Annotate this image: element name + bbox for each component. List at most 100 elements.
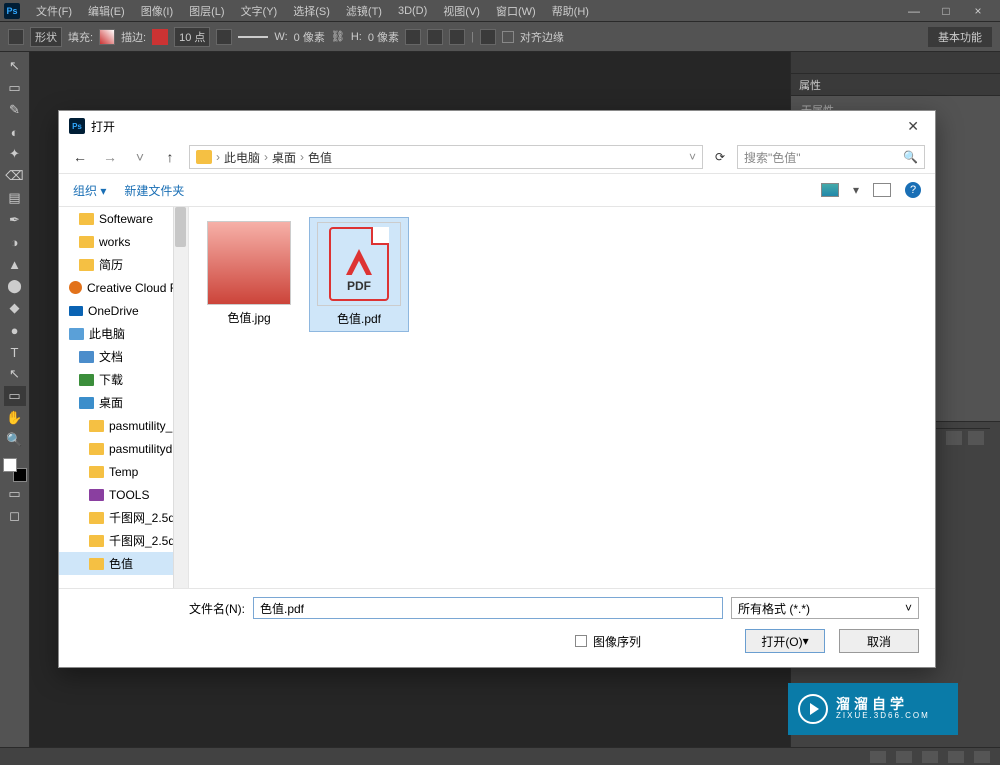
tree-item[interactable]: 千图网_2.5d商 bbox=[59, 529, 188, 552]
breadcrumb-seg-2[interactable]: 色值 bbox=[308, 149, 332, 166]
quick-select-tool[interactable]: ◐ bbox=[4, 122, 26, 142]
tree-item[interactable]: 下载 bbox=[59, 368, 188, 391]
refresh-button[interactable]: ⟳ bbox=[711, 150, 729, 164]
nav-back-button[interactable]: ← bbox=[69, 149, 91, 165]
menu-window[interactable]: 窗口(W) bbox=[488, 3, 544, 19]
view-mode-button[interactable] bbox=[821, 183, 839, 197]
brush-tool[interactable]: ✒ bbox=[4, 210, 26, 230]
menu-layer[interactable]: 图层(L) bbox=[181, 3, 232, 19]
tree-item[interactable]: pasmutilitydll bbox=[59, 437, 188, 460]
width-value[interactable]: 0 像素 bbox=[294, 29, 325, 45]
tree-item[interactable]: 此电脑 bbox=[59, 322, 188, 345]
nav-up-button[interactable]: ↑ bbox=[159, 149, 181, 165]
tree-item[interactable]: OneDrive bbox=[59, 299, 188, 322]
file-item[interactable]: PDF色值.pdf bbox=[309, 217, 409, 332]
panel-icon-b[interactable] bbox=[968, 431, 984, 445]
align-icon[interactable] bbox=[427, 29, 443, 45]
healing-tool[interactable]: ▤ bbox=[4, 188, 26, 208]
file-grid[interactable]: 色值.jpgPDF色值.pdf bbox=[189, 207, 935, 588]
dialog-close-button[interactable]: ✕ bbox=[901, 118, 925, 135]
rectangle-tool[interactable]: ▭ bbox=[4, 386, 26, 406]
tree-item[interactable]: 简历 bbox=[59, 253, 188, 276]
tree-item[interactable]: works bbox=[59, 230, 188, 253]
menu-3d[interactable]: 3D(D) bbox=[390, 5, 435, 17]
arrange-icon[interactable] bbox=[449, 29, 465, 45]
move-tool[interactable]: ↖ bbox=[4, 56, 26, 76]
file-item[interactable]: 色值.jpg bbox=[199, 217, 299, 330]
tree-item[interactable]: 千图网_2.5d科 bbox=[59, 506, 188, 529]
eraser-tool[interactable]: ⬤ bbox=[4, 276, 26, 296]
breadcrumb-seg-1[interactable]: 桌面 bbox=[272, 149, 296, 166]
quick-mask-icon[interactable]: ◻ bbox=[4, 506, 26, 526]
menu-edit[interactable]: 编辑(E) bbox=[80, 3, 133, 19]
shape-mode-select[interactable]: 形状 bbox=[30, 27, 62, 47]
eyedropper-tool[interactable]: ⌫ bbox=[4, 166, 26, 186]
path-ops-icon[interactable] bbox=[405, 29, 421, 45]
tree-item[interactable]: 文档 bbox=[59, 345, 188, 368]
stroke-swatch[interactable] bbox=[152, 29, 168, 45]
status-icon-new[interactable] bbox=[948, 751, 964, 763]
tree-item[interactable]: 色值 bbox=[59, 552, 188, 575]
tree-item[interactable]: Creative Cloud F bbox=[59, 276, 188, 299]
status-icon-fx[interactable] bbox=[896, 751, 912, 763]
breadcrumb-seg-0[interactable]: 此电脑 bbox=[224, 149, 260, 166]
close-button[interactable]: × bbox=[968, 4, 988, 18]
new-folder-button[interactable]: 新建文件夹 bbox=[124, 182, 184, 199]
height-value[interactable]: 0 像素 bbox=[368, 29, 399, 45]
screen-mode-icon[interactable]: ▭ bbox=[4, 484, 26, 504]
nav-recent-button[interactable]: ˅ bbox=[129, 149, 151, 165]
menu-filter[interactable]: 滤镜(T) bbox=[338, 3, 390, 19]
preview-pane-button[interactable] bbox=[873, 183, 891, 197]
fill-swatch[interactable] bbox=[99, 29, 115, 45]
hand-tool[interactable]: ✋ bbox=[4, 408, 26, 428]
status-icon-link[interactable] bbox=[870, 751, 886, 763]
maximize-button[interactable]: □ bbox=[936, 4, 956, 18]
filename-input[interactable] bbox=[253, 597, 723, 619]
image-sequence-checkbox[interactable] bbox=[575, 635, 587, 647]
status-icon-mask[interactable] bbox=[922, 751, 938, 763]
tree-item[interactable]: Temp bbox=[59, 460, 188, 483]
open-button[interactable]: 打开(O) ▾ bbox=[745, 629, 825, 653]
align-edges-checkbox[interactable] bbox=[502, 31, 514, 43]
type-tool[interactable]: T bbox=[4, 342, 26, 362]
breadcrumb-dropdown-icon[interactable]: ˅ bbox=[689, 150, 696, 164]
menu-view[interactable]: 视图(V) bbox=[435, 3, 488, 19]
stroke-width-select[interactable]: 10 点 bbox=[174, 27, 210, 47]
tree-item[interactable]: Softeware bbox=[59, 207, 188, 230]
status-icon-trash[interactable] bbox=[974, 751, 990, 763]
crop-tool[interactable]: ✦ bbox=[4, 144, 26, 164]
stroke-type-icon[interactable] bbox=[216, 29, 232, 45]
menu-help[interactable]: 帮助(H) bbox=[544, 3, 597, 19]
tree-item[interactable]: TOOLS bbox=[59, 483, 188, 506]
blur-tool[interactable]: ● bbox=[4, 320, 26, 340]
lasso-tool[interactable]: ✎ bbox=[4, 100, 26, 120]
history-brush-tool[interactable]: ▲ bbox=[4, 254, 26, 274]
tree-item[interactable]: pasmutility_12 bbox=[59, 414, 188, 437]
properties-panel-tab[interactable]: 属性 bbox=[791, 74, 1000, 96]
link-wh-icon[interactable]: ⛓ bbox=[331, 30, 345, 43]
folder-tree[interactable]: Softewareworks简历Creative Cloud FOneDrive… bbox=[59, 207, 189, 588]
minimize-button[interactable]: — bbox=[904, 4, 924, 18]
search-input[interactable]: 搜索"色值" 🔍 bbox=[737, 145, 925, 169]
zoom-tool[interactable]: 🔍 bbox=[4, 430, 26, 450]
tree-item[interactable]: 桌面 bbox=[59, 391, 188, 414]
nav-forward-button[interactable]: → bbox=[99, 149, 121, 165]
panel-icon-a[interactable] bbox=[946, 431, 962, 445]
menu-file[interactable]: 文件(F) bbox=[28, 3, 80, 19]
menu-select[interactable]: 选择(S) bbox=[285, 3, 338, 19]
organize-button[interactable]: 组织 ▾ bbox=[73, 182, 106, 199]
menu-image[interactable]: 图像(I) bbox=[133, 3, 181, 19]
tool-preset-icon[interactable] bbox=[8, 29, 24, 45]
menu-type[interactable]: 文字(Y) bbox=[233, 3, 286, 19]
stamp-tool[interactable]: ◑ bbox=[4, 232, 26, 252]
marquee-tool[interactable]: ▭ bbox=[4, 78, 26, 98]
gear-icon[interactable] bbox=[480, 29, 496, 45]
gradient-tool[interactable]: ◆ bbox=[4, 298, 26, 318]
cancel-button[interactable]: 取消 bbox=[839, 629, 919, 653]
tree-scrollbar[interactable] bbox=[173, 207, 188, 588]
path-select-tool[interactable]: ↖ bbox=[4, 364, 26, 384]
workspace-select[interactable]: 基本功能 bbox=[928, 27, 992, 47]
help-icon[interactable]: ? bbox=[905, 182, 921, 198]
file-type-filter[interactable]: 所有格式 (*.*)˅ bbox=[731, 597, 919, 619]
breadcrumb[interactable]: › 此电脑 › 桌面 › 色值 ˅ bbox=[189, 145, 703, 169]
